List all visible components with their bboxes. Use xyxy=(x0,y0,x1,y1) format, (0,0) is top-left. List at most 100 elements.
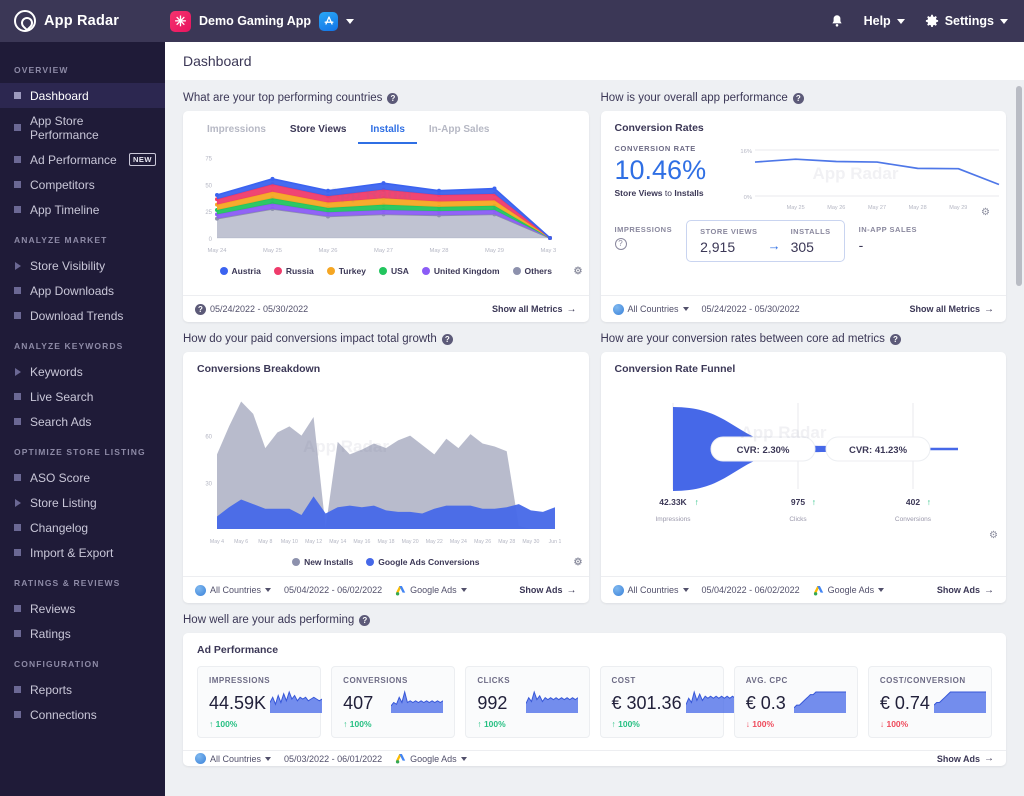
sidebar-item-search-ads[interactable]: Search Ads xyxy=(0,409,165,434)
help-circle-icon[interactable]: ? xyxy=(441,333,453,345)
ad-tile-cost[interactable]: COST € 301.36 ↑ 100% xyxy=(599,666,738,738)
sidebar-item-reviews[interactable]: Reviews xyxy=(0,596,165,621)
chevron-down-icon xyxy=(682,307,689,311)
sidebar-item-app-store-performance[interactable]: App Store Performance xyxy=(0,108,165,147)
country-filter[interactable]: All Countries xyxy=(195,753,272,764)
sidebar-item-label: Dashboard xyxy=(30,88,89,103)
source-filter[interactable]: Google Ads xyxy=(395,585,467,596)
sidebar-item-ad-performance[interactable]: Ad Performance NEW xyxy=(0,147,165,172)
sidebar-item-keywords[interactable]: Keywords xyxy=(0,359,165,384)
ad-tile-cost-conversion[interactable]: COST/CONVERSION € 0.74 ↓ 100% xyxy=(867,666,993,738)
help-menu[interactable]: Help xyxy=(864,14,905,28)
tab-installs[interactable]: Installs xyxy=(358,120,417,144)
metric-impressions[interactable]: IMPRESSIONS ? xyxy=(614,220,687,262)
ad-tile-impressions[interactable]: IMPRESSIONS 44.59K ↑ 100% xyxy=(197,666,323,738)
legend-item-usa[interactable]: USA xyxy=(378,266,409,276)
country-filter[interactable]: All Countries xyxy=(612,303,689,315)
help-circle-icon[interactable]: ? xyxy=(889,333,901,345)
settings-menu[interactable]: Settings xyxy=(925,14,1008,28)
footer-info-icon[interactable]: ? 05/24/2022 - 05/30/2022 xyxy=(195,303,308,315)
legend-item-new-installs[interactable]: New Installs xyxy=(292,557,353,567)
bell-icon[interactable] xyxy=(830,14,844,29)
show-ads-link[interactable]: Show Ads → xyxy=(937,753,994,764)
sidebar-item-connections[interactable]: Connections xyxy=(0,702,165,727)
arrow-right-icon: → xyxy=(984,584,994,596)
cr-sub-mid: to xyxy=(662,188,675,199)
chart-settings-gear-icon[interactable]: ⚙ xyxy=(981,207,990,218)
sidebar-item-reports[interactable]: Reports xyxy=(0,677,165,702)
svg-text:CVR: 2.30%: CVR: 2.30% xyxy=(736,445,789,456)
countries-section-title: What are your top performing countries ? xyxy=(183,92,589,104)
source-filter-label: Google Ads xyxy=(410,585,457,595)
footer-date-range[interactable]: 05/03/2022 - 06/01/2022 xyxy=(284,754,382,764)
sidebar-item-changelog[interactable]: Changelog xyxy=(0,515,165,540)
chart-settings-gear-icon[interactable]: ⚙ xyxy=(989,530,998,541)
footer-date-range[interactable]: 05/24/2022 - 05/30/2022 xyxy=(702,304,800,314)
legend-item-others[interactable]: Others xyxy=(512,266,552,276)
legend-item-turkey[interactable]: Turkey xyxy=(326,266,366,276)
top-bar: App Radar ✳ Demo Gaming App Help Setting… xyxy=(0,0,1024,42)
sparkline-chart xyxy=(391,690,444,713)
sidebar-section-optimize-store-listing: OPTIMIZE STORE LISTING xyxy=(14,447,146,457)
sidebar-item-import-export[interactable]: Import & Export xyxy=(0,540,165,565)
legend-dot-icon xyxy=(273,267,282,275)
svg-text:May 26: May 26 xyxy=(318,248,337,254)
source-filter[interactable]: Google Ads xyxy=(395,753,467,764)
brand[interactable]: App Radar xyxy=(0,10,165,32)
svg-text:May 26: May 26 xyxy=(474,539,491,545)
show-ads-link[interactable]: Show Ads → xyxy=(519,585,576,596)
metric-in-app-sales[interactable]: IN-APP SALES - xyxy=(845,220,931,262)
sidebar-item-competitors[interactable]: Competitors xyxy=(0,172,165,197)
bullet-icon xyxy=(14,181,21,188)
arrow-right-icon: → xyxy=(767,238,781,253)
sidebar-item-live-search[interactable]: Live Search xyxy=(0,384,165,409)
tab-impressions[interactable]: Impressions xyxy=(195,120,278,144)
tab-store-views[interactable]: Store Views xyxy=(278,120,359,144)
footer-date-range[interactable]: 05/04/2022 - 06/02/2022 xyxy=(702,585,800,595)
metric-group-storeviews-installs[interactable]: STORE VIEWS 2,915 → INSTALLS 305 xyxy=(686,220,845,262)
country-filter[interactable]: All Countries xyxy=(195,584,272,596)
show-ads-link[interactable]: Show Ads → xyxy=(937,585,994,596)
ads-card-footer: All Countries 05/03/2022 - 06/01/2022 Go… xyxy=(183,750,1006,766)
ad-tile-clicks[interactable]: CLICKS 992 ↑ 100% xyxy=(465,666,590,738)
page-scrollbar[interactable] xyxy=(1016,86,1022,286)
show-all-metrics-link[interactable]: Show all Metrics → xyxy=(909,304,994,315)
show-ads-label: Show Ads xyxy=(519,585,563,595)
svg-text:May 30: May 30 xyxy=(540,248,556,254)
sidebar-item-ratings[interactable]: Ratings xyxy=(0,621,165,646)
sidebar-item-dashboard[interactable]: Dashboard xyxy=(0,83,165,108)
legend-label: USA xyxy=(390,266,409,276)
sidebar-item-download-trends[interactable]: Download Trends xyxy=(0,303,165,328)
country-filter[interactable]: All Countries xyxy=(612,584,689,596)
countries-chart: App Radar 0255075May 24May 25May 26May 2… xyxy=(183,144,589,260)
legend-item-russia[interactable]: Russia xyxy=(273,266,314,276)
help-circle-icon[interactable]: ? xyxy=(792,92,804,104)
conversions-legend: New Installs Google Ads Conversions ⚙ xyxy=(183,551,589,569)
ad-tile-avg-cpc[interactable]: AVG. CPC € 0.3 ↓ 100% xyxy=(733,666,858,738)
source-filter[interactable]: Google Ads xyxy=(813,585,885,596)
ad-tile-label: COST/CONVERSION xyxy=(879,676,966,685)
sidebar-item-aso-score[interactable]: ASO Score xyxy=(0,465,165,490)
footer-date-range[interactable]: 05/04/2022 - 06/02/2022 xyxy=(284,585,382,595)
chart-settings-gear-icon[interactable]: ⚙ xyxy=(574,266,583,277)
legend-item-austria[interactable]: Austria xyxy=(219,266,261,276)
tab-in-app-sales[interactable]: In-App Sales xyxy=(417,120,502,144)
app-selector[interactable]: ✳ Demo Gaming App xyxy=(170,10,355,32)
performance-section-title-text: How is your overall app performance xyxy=(600,92,788,104)
legend-item-united-kingdom[interactable]: United Kingdom xyxy=(421,266,500,276)
show-all-metrics-link[interactable]: Show all Metrics → xyxy=(492,304,577,315)
ad-tile-value: € 301.36 xyxy=(611,693,682,713)
sidebar-item-store-visibility[interactable]: Store Visibility xyxy=(0,253,165,278)
ad-tile-delta: ↑ 100% xyxy=(343,719,372,729)
sidebar-item-app-timeline[interactable]: App Timeline xyxy=(0,197,165,222)
sidebar-item-app-downloads[interactable]: App Downloads xyxy=(0,278,165,303)
chart-settings-gear-icon[interactable]: ⚙ xyxy=(574,557,583,568)
help-circle-icon[interactable]: ? xyxy=(387,92,399,104)
ad-tile-conversions[interactable]: CONVERSIONS 407 ↑ 100% xyxy=(331,666,456,738)
app-selector-chevron-down-icon[interactable] xyxy=(346,18,355,24)
legend-item-google-ads-conversions[interactable]: Google Ads Conversions xyxy=(366,557,479,567)
sidebar-item-store-listing[interactable]: Store Listing xyxy=(0,490,165,515)
help-circle-icon[interactable]: ? xyxy=(359,614,371,626)
sparkline-chart xyxy=(793,691,846,713)
globe-icon xyxy=(612,584,624,596)
